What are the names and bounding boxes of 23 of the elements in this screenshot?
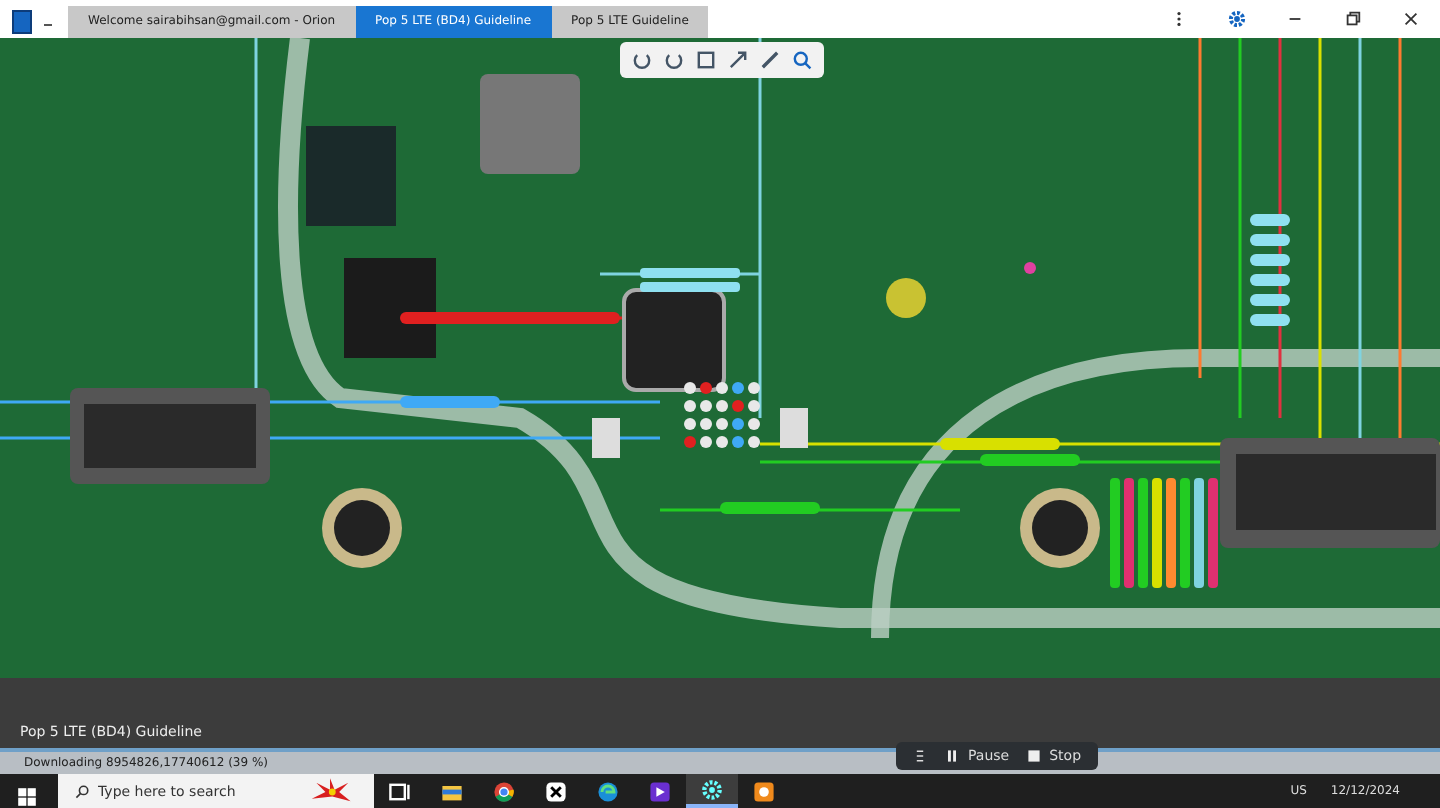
recorder-icon [752, 779, 776, 803]
pen-icon[interactable] [758, 47, 782, 72]
flower-icon [306, 775, 354, 807]
gear-icon [700, 777, 724, 801]
search-icon [74, 783, 90, 799]
windows-start-icon[interactable] [16, 786, 38, 808]
browser-circle-icon [492, 779, 516, 803]
app-logo-icon [12, 10, 32, 34]
settings-icon[interactable] [1228, 10, 1246, 28]
wave-circle-icon [596, 779, 620, 803]
clapper-icon [544, 779, 568, 803]
stop-icon [1025, 748, 1042, 764]
minimize-dash-icon [44, 24, 52, 26]
task-view-icon [388, 779, 412, 803]
restore-icon[interactable] [1344, 10, 1362, 28]
search-icon[interactable] [790, 47, 814, 72]
menu-icon[interactable] [912, 748, 928, 764]
taskbar-app-button[interactable] [686, 774, 738, 808]
fit-screen-icon[interactable] [694, 47, 718, 72]
expand-icon[interactable] [726, 47, 750, 72]
play-icon [648, 779, 672, 803]
close-icon[interactable] [1402, 10, 1420, 28]
pause-icon [944, 748, 960, 764]
